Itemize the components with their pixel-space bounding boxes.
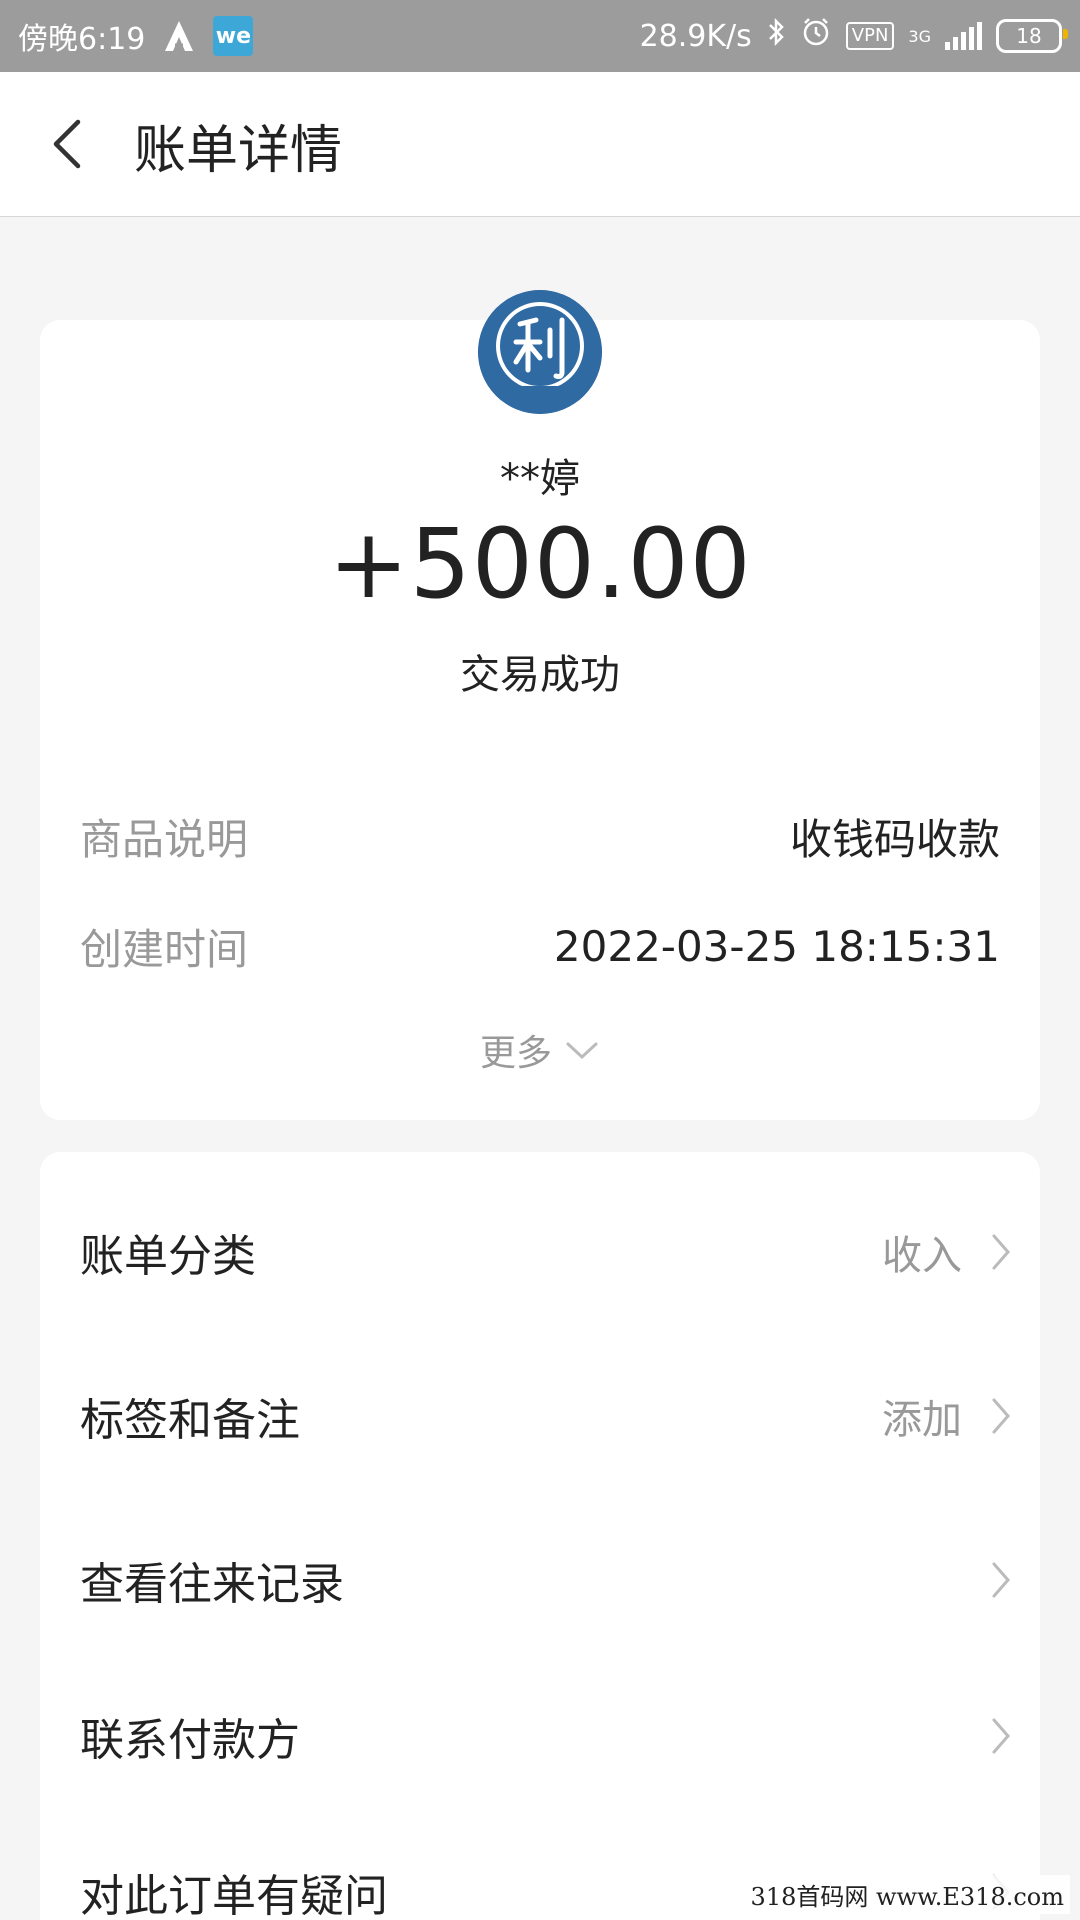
menu-item-label: 对此订单有疑问: [80, 1871, 388, 1920]
detail-row-product-description: 商品说明 收钱码收款: [80, 806, 1000, 866]
net-speed: 28.9K/s: [639, 18, 752, 54]
menu-item-label: 联系付款方: [80, 1715, 300, 1766]
menu-item-transaction-history[interactable]: 查看往来记录: [40, 1520, 1040, 1640]
bill-detail-page: 傍晚6:19 we 28.9K/s VPN 3G 18 账单详情 **婷 +50…: [0, 0, 1080, 1920]
menu-item-label: 账单分类: [80, 1231, 256, 1282]
clock: 傍晚6:19: [18, 22, 146, 57]
detail-label: 商品说明: [80, 814, 249, 864]
payer-avatar[interactable]: [478, 290, 602, 414]
detail-label: 创建时间: [80, 924, 249, 974]
status-bar-left: 傍晚6:19 we: [18, 14, 254, 58]
alarm-icon: [800, 16, 832, 56]
status-bar: 傍晚6:19 we 28.9K/s VPN 3G 18: [0, 0, 1080, 72]
network-type: 3G: [908, 26, 931, 46]
bluetooth-icon: [766, 17, 786, 55]
menu-item-value: 添加: [882, 1397, 962, 1443]
back-arrow-icon[interactable]: [40, 114, 100, 174]
more-details-button[interactable]: 更多: [40, 1020, 1040, 1080]
transaction-summary-card: **婷 +500.00 交易成功 商品说明 收钱码收款 创建时间 2022-03…: [40, 290, 1040, 1120]
transaction-amount: +500.00: [328, 508, 752, 620]
bill-actions-list: 账单分类 收入 标签和备注 添加 查看往来记录 联系付款方 对此订单有疑问: [40, 1152, 1040, 1920]
status-bar-right: 28.9K/s VPN 3G 18: [639, 16, 1068, 56]
menu-item-label: 查看往来记录: [80, 1559, 344, 1610]
chevron-down-icon: [566, 1042, 598, 1060]
chevron-right-icon: [992, 1562, 1010, 1598]
detail-value: 2022-03-25 18:15:31: [553, 921, 1000, 971]
signal-icon: [945, 22, 982, 50]
wechat-work-icon: we: [213, 16, 254, 56]
chevron-right-icon: [992, 1234, 1010, 1270]
detail-row-created-time: 创建时间 2022-03-25 18:15:31: [80, 916, 1000, 976]
more-label: 更多: [479, 1033, 552, 1074]
battery-level: 18: [1016, 24, 1042, 48]
battery-icon: 18: [996, 19, 1068, 53]
menu-item-label: 标签和备注: [80, 1395, 300, 1446]
transaction-status: 交易成功: [460, 652, 620, 698]
page-header: 账单详情: [0, 72, 1080, 217]
site-watermark: 318首码网 www.E318.com: [744, 1875, 1070, 1914]
chevron-right-icon: [992, 1398, 1010, 1434]
vpn-badge: VPN: [845, 22, 895, 50]
detail-value: 收钱码收款: [789, 814, 1000, 864]
payer-name: **婷: [500, 456, 580, 502]
menu-item-tags-notes[interactable]: 标签和备注 添加: [40, 1356, 1040, 1476]
chevron-right-icon: [992, 1718, 1010, 1754]
payer-logo-icon: [478, 290, 602, 414]
menu-item-bill-category[interactable]: 账单分类 收入: [40, 1192, 1040, 1312]
auto-navi-icon: [159, 16, 199, 56]
menu-item-value: 收入: [882, 1233, 962, 1279]
page-title: 账单详情: [134, 121, 343, 181]
menu-item-contact-payer[interactable]: 联系付款方: [40, 1676, 1040, 1796]
